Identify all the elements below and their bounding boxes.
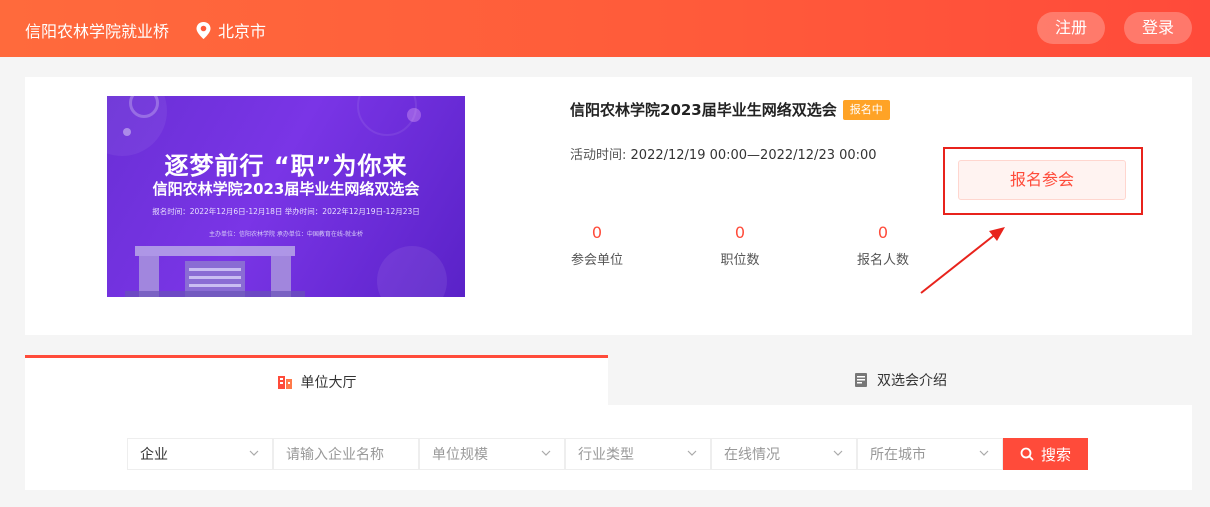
stat-label: 参会单位	[570, 253, 623, 268]
search-label: 搜索	[1040, 445, 1071, 464]
type-select-value: 企业	[140, 447, 168, 463]
search-icon	[1020, 447, 1034, 461]
chevron-down-icon	[541, 450, 551, 456]
event-time: 活动时间: 2022/12/19 00:00—2022/12/23 00:00	[570, 144, 877, 163]
status-badge: 报名中	[842, 99, 890, 120]
stat-value: 0	[877, 223, 889, 242]
city-select-placeholder: 所在城市	[870, 447, 926, 463]
poster-headline: 逐梦前行 “职”为你来	[164, 152, 408, 180]
industry-select[interactable]: 行业类型	[565, 438, 711, 470]
book-icon	[855, 373, 867, 387]
city-selector[interactable]: 北京市	[195, 18, 266, 42]
scale-select-placeholder: 单位规模	[432, 447, 488, 463]
top-nav-bar: 信阳农林学院就业桥 北京市 注册 登录	[0, 0, 1210, 57]
site-title[interactable]: 信阳农林学院就业桥	[25, 18, 169, 42]
industry-select-placeholder: 行业类型	[578, 447, 634, 463]
campus-gate-illustration	[125, 246, 305, 297]
stat-value: 0	[734, 223, 746, 242]
signup-button[interactable]: 报名参会	[958, 160, 1126, 200]
chevron-down-icon	[687, 450, 697, 456]
stat-label: 报名人数	[856, 253, 909, 268]
poster-subline: 信阳农林学院2023届毕业生网络双选会	[152, 180, 420, 198]
company-name-input[interactable]: 请输入企业名称	[273, 438, 419, 470]
type-select[interactable]: 企业	[127, 438, 273, 470]
event-title-row: 信阳农林学院2023届毕业生网络双选会 报名中	[570, 99, 890, 120]
online-status-select[interactable]: 在线情况	[711, 438, 857, 470]
tab-unit-hall[interactable]: 单位大厅	[25, 355, 608, 405]
stat-registrants: 0 报名人数	[843, 223, 923, 268]
event-title: 信阳农林学院2023届毕业生网络双选会	[570, 101, 837, 119]
event-time-label: 活动时间:	[570, 148, 627, 163]
event-time-value: 2022/12/19 00:00—2022/12/23 00:00	[630, 148, 877, 163]
stat-participating-units: 0 参会单位	[557, 223, 637, 268]
location-pin-icon	[196, 21, 211, 39]
city-select[interactable]: 所在城市	[857, 438, 1003, 470]
register-button[interactable]: 注册	[1037, 12, 1105, 44]
chevron-down-icon	[979, 450, 989, 456]
tab-fair-intro[interactable]: 双选会介绍	[608, 355, 1192, 405]
search-button[interactable]: 搜索	[1003, 438, 1088, 470]
stat-label: 职位数	[720, 253, 760, 268]
city-label: 北京市	[218, 22, 267, 41]
company-name-placeholder: 请输入企业名称	[286, 447, 384, 463]
stat-positions: 0 职位数	[700, 223, 780, 268]
chevron-down-icon	[833, 450, 843, 456]
filter-bar: 企业 请输入企业名称 单位规模 行业类型 在线情况 所在城市 搜索	[25, 405, 1192, 490]
poster-dates: 报名时间：2022年12月6日-12月18日 举办时间：2022年12月19日-…	[152, 207, 420, 216]
event-card: 逐梦前行 “职”为你来 信阳农林学院2023届毕业生网络双选会 报名时间：202…	[25, 77, 1192, 335]
tab-label: 单位大厅	[300, 374, 357, 391]
online-status-placeholder: 在线情况	[724, 447, 780, 463]
login-button[interactable]: 登录	[1124, 12, 1192, 44]
building-icon	[277, 375, 292, 389]
event-poster-image: 逐梦前行 “职”为你来 信阳农林学院2023届毕业生网络双选会 报名时间：202…	[107, 96, 465, 297]
tab-bar: 单位大厅 双选会介绍	[25, 355, 1192, 405]
chevron-down-icon	[249, 450, 259, 456]
tab-label: 双选会介绍	[877, 373, 947, 389]
scale-select[interactable]: 单位规模	[419, 438, 565, 470]
stat-value: 0	[591, 223, 603, 242]
